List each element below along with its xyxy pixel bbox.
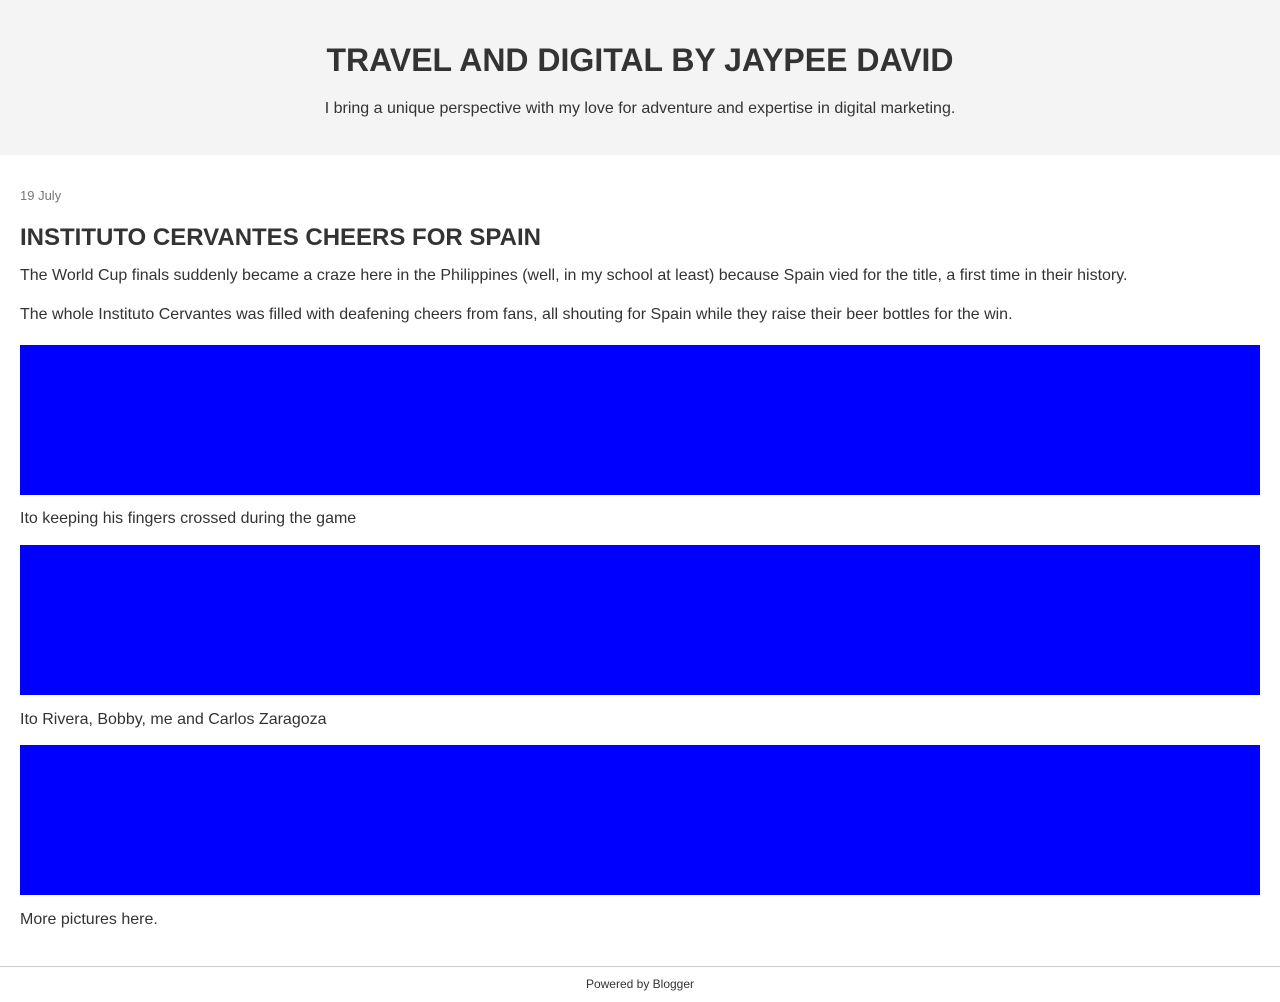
post-date[interactable]: 19 July bbox=[20, 188, 61, 204]
more-pictures-link[interactable]: More pictures here. bbox=[20, 910, 1260, 930]
post-paragraph: The whole Instituto Cervantes was filled… bbox=[20, 306, 1013, 323]
post-paragraph: The World Cup finals suddenly became a c… bbox=[20, 267, 1128, 284]
site-footer: Powered by Blogger bbox=[0, 966, 1280, 1002]
site-description: I bring a unique perspective with my lov… bbox=[324, 100, 956, 117]
post-photo[interactable] bbox=[20, 545, 1260, 695]
site-header: TRAVEL AND DIGITAL BY JAYPEE DAVID I bri… bbox=[0, 0, 1280, 155]
powered-by-blogger-link[interactable]: Powered by Blogger bbox=[0, 977, 1280, 992]
post-title[interactable]: INSTITUTO CERVANTES CHEERS FOR SPAIN bbox=[20, 223, 541, 253]
post-photo[interactable] bbox=[20, 745, 1260, 895]
post-photo[interactable] bbox=[20, 345, 1260, 495]
photo-caption: Ito keeping his fingers crossed during t… bbox=[20, 510, 357, 527]
site-title[interactable]: TRAVEL AND DIGITAL BY JAYPEE DAVID bbox=[0, 40, 1280, 80]
photo-caption: Ito Rivera, Bobby, me and Carlos Zaragoz… bbox=[20, 711, 327, 728]
